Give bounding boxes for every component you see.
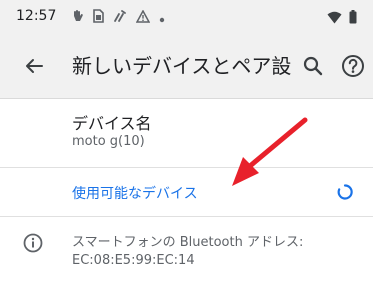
search-icon[interactable] [300,53,326,79]
loading-spinner-icon [336,183,354,201]
device-name-setting[interactable]: デバイス名 moto g(10) [0,99,373,167]
page-title: 新しいデバイスとペア設… [72,54,292,78]
wifi-icon [327,9,342,28]
device-name-label: デバイス名 [72,114,152,133]
bluetooth-info: スマートフォンの Bluetooth アドレス: EC:08:E5:99:EC:… [0,217,373,290]
info-icon [22,232,44,254]
device-name-value: moto g(10) [72,134,145,149]
app-bar: 新しいデバイスとペア設… [0,34,373,99]
bluetooth-address-value: EC:08:E5:99:EC:14 [72,253,195,268]
link-icon [113,8,127,27]
battery-icon [349,9,357,28]
hand-icon [72,8,84,27]
status-icons [72,8,165,26]
help-icon[interactable] [340,53,366,79]
dot-icon [159,8,165,27]
available-devices-header: 使用可能なデバイス [0,168,373,216]
status-time: 12:57 [16,8,57,24]
status-right-icons [327,9,357,28]
sim-card-icon [93,8,104,27]
warning-icon [135,8,151,27]
available-devices-title: 使用可能なデバイス [72,186,198,202]
status-bar: 12:57 [0,0,373,34]
bluetooth-address-text: スマートフォンの Bluetooth アドレス: EC:08:E5:99:EC:… [72,234,362,270]
arrow-back-icon[interactable] [22,52,46,80]
bluetooth-address-label: スマートフォンの Bluetooth アドレス: [72,235,304,250]
